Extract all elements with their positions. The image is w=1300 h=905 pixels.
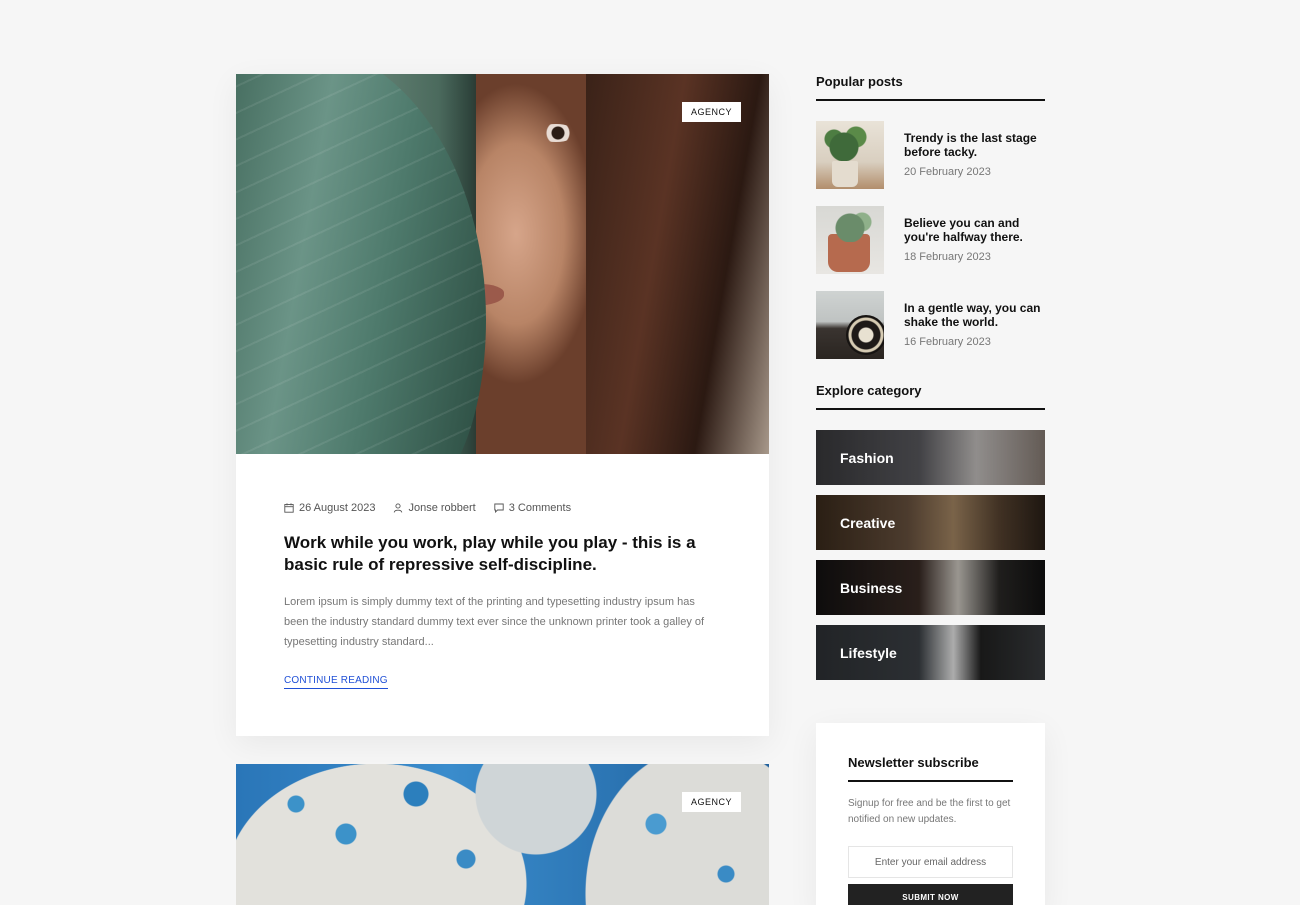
newsletter-widget: Newsletter subscribe Signup for free and… <box>816 723 1045 905</box>
main-column: AGENCY 26 August 2023 Jonse robbert 3 Co… <box>236 74 769 736</box>
post-comments[interactable]: 3 Comments <box>494 502 571 514</box>
post-body: 26 August 2023 Jonse robbert 3 Comments … <box>236 454 769 736</box>
popular-post-date: 20 February 2023 <box>904 166 991 178</box>
popular-post-title[interactable]: In a gentle way, you can shake the world… <box>904 301 1045 329</box>
post-excerpt: Lorem ipsum is simply dummy text of the … <box>284 596 705 648</box>
post-date: 26 August 2023 <box>284 502 375 514</box>
category-creative[interactable]: Creative <box>816 495 1045 550</box>
comment-icon <box>494 503 504 513</box>
popular-post-thumbnail[interactable] <box>816 121 884 189</box>
explore-category-title: Explore category <box>816 383 1045 410</box>
popular-post-item[interactable]: In a gentle way, you can shake the world… <box>816 291 1045 359</box>
calendar-icon <box>284 503 294 513</box>
user-icon <box>394 503 403 513</box>
popular-post-item[interactable]: Believe you can and you're halfway there… <box>816 206 1045 274</box>
newsletter-email-input[interactable] <box>848 846 1013 878</box>
post-title[interactable]: Work while you work, play while you play… <box>284 532 721 576</box>
category-label: Lifestyle <box>840 644 897 661</box>
category-label: Creative <box>840 514 896 531</box>
post-meta: 26 August 2023 Jonse robbert 3 Comments <box>284 502 721 514</box>
popular-post-thumbnail[interactable] <box>816 291 884 359</box>
post-featured-image[interactable]: AGENCY <box>236 74 769 454</box>
sidebar: Popular posts Trendy is the last stage b… <box>816 74 1045 690</box>
popular-post-title[interactable]: Trendy is the last stage before tacky. <box>904 131 1045 159</box>
popular-posts-title: Popular posts <box>816 74 1045 101</box>
category-fashion[interactable]: Fashion <box>816 430 1045 485</box>
popular-post-date: 16 February 2023 <box>904 336 991 348</box>
category-label: Business <box>840 579 903 596</box>
category-business[interactable]: Business <box>816 560 1045 615</box>
post-author[interactable]: Jonse robbert <box>393 502 476 514</box>
popular-post-item[interactable]: Trendy is the last stage before tacky. 2… <box>816 121 1045 189</box>
continue-reading-link[interactable]: CONTINUE READING <box>284 675 388 689</box>
post-category-tag[interactable]: AGENCY <box>681 102 741 122</box>
newsletter-description: Signup for free and be the first to get … <box>848 798 1011 825</box>
post-comments-text: 3 Comments <box>508 502 572 514</box>
popular-post-date: 18 February 2023 <box>904 251 991 263</box>
blog-post-card-2: AGENCY <box>236 764 769 905</box>
category-lifestyle[interactable]: Lifestyle <box>816 625 1045 680</box>
post-author-text: Jonse robbert <box>408 502 476 514</box>
newsletter-title: Newsletter subscribe <box>848 755 1013 782</box>
explore-category: Explore category Fashion Creative Busine… <box>816 383 1045 680</box>
post-category-tag-2[interactable]: AGENCY <box>681 792 741 812</box>
post-date-text: 26 August 2023 <box>299 502 376 514</box>
popular-post-title[interactable]: Believe you can and you're halfway there… <box>904 216 1045 244</box>
category-label: Fashion <box>840 449 894 466</box>
blog-post-card: AGENCY 26 August 2023 Jonse robbert 3 Co… <box>236 74 769 736</box>
newsletter-submit-button[interactable]: SUBMIT NOW <box>848 884 1013 905</box>
popular-post-thumbnail[interactable] <box>816 206 884 274</box>
